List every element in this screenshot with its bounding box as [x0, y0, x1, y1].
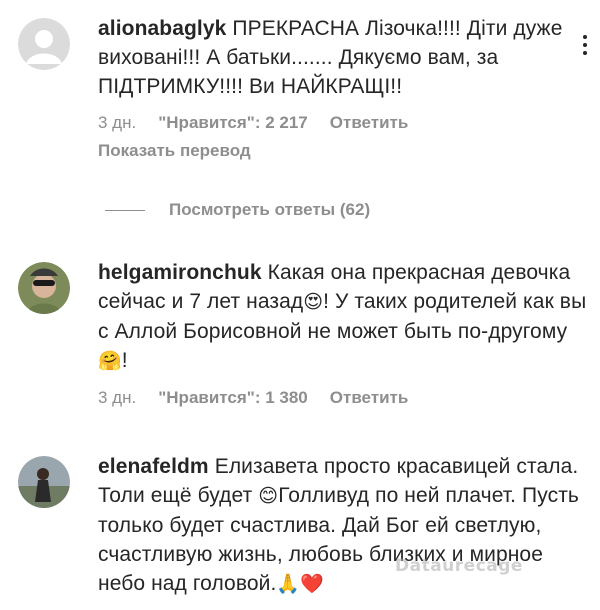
reply-button[interactable]: Ответить: [330, 113, 409, 133]
comment-username[interactable]: elenafeldm: [98, 455, 209, 478]
view-replies-button[interactable]: Посмотреть ответы (62): [105, 200, 370, 220]
reply-button[interactable]: Ответить: [330, 388, 409, 408]
comment-username[interactable]: helgamironchuk: [98, 261, 262, 284]
comment-likes[interactable]: "Нравится": 2 217: [158, 113, 308, 133]
view-replies-label: Посмотреть ответы (62): [169, 200, 371, 219]
comment-text: elenafeldm Елизавета просто красавицей ст…: [98, 452, 590, 599]
replies-divider: [105, 209, 145, 211]
comment-time: 3 дн.: [98, 113, 137, 132]
smiling-emoji: 😊: [258, 485, 279, 507]
comment-time: 3 дн.: [98, 388, 137, 407]
comment-text: alionabaglyk ПРЕКРАСНА Лізочка!!!! Діти д…: [98, 14, 590, 101]
comment-text: helgamironchuk Какая она прекрасная девоч…: [98, 258, 590, 376]
more-options-icon[interactable]: [582, 34, 588, 56]
comment-likes[interactable]: "Нравится": 1 380: [158, 388, 308, 408]
show-translation-button[interactable]: Показать перевод: [98, 141, 590, 161]
watermark-logo: Dataurecage: [395, 556, 523, 576]
praying-heart-emoji: 🙏❤️: [276, 573, 324, 595]
comment-body-end: !: [121, 349, 128, 372]
hugging-emoji: 🤗: [98, 350, 122, 372]
user-photo-avatar[interactable]: [18, 262, 70, 314]
comment-meta: 3 дн. "Нравится": 1 380 Ответить: [98, 388, 590, 408]
heart-eyes-emoji: 😍: [303, 291, 324, 313]
comment-username[interactable]: alionabaglyk: [98, 17, 226, 40]
user-photo-avatar[interactable]: [18, 456, 70, 508]
comment-meta: 3 дн. "Нравится": 2 217 Ответить: [98, 113, 590, 133]
default-avatar-icon[interactable]: [18, 18, 70, 70]
